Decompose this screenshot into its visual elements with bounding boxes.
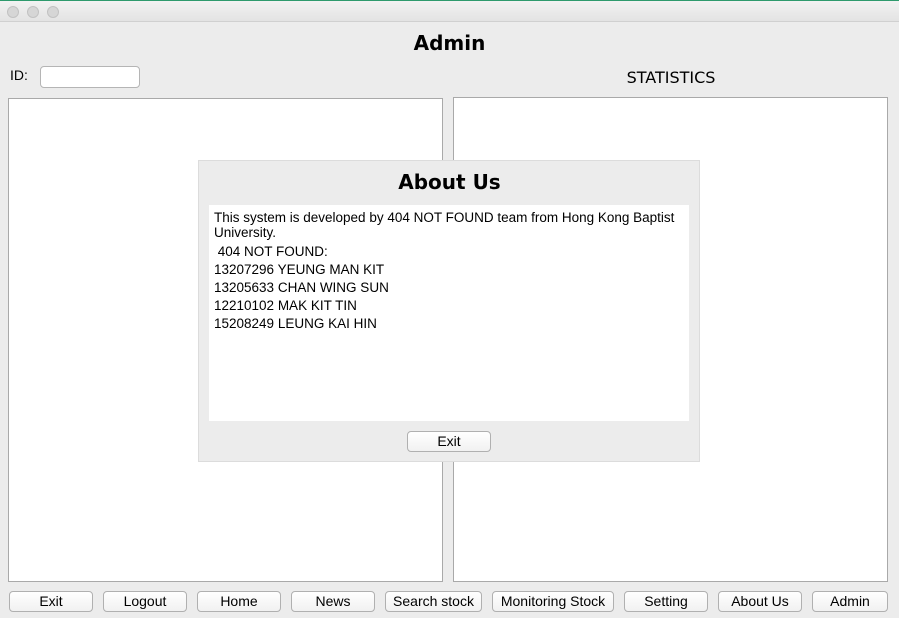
logout-button[interactable]: Logout <box>103 591 187 612</box>
member-row: 13205633 CHAN WING SUN <box>214 280 389 295</box>
exit-button[interactable]: Exit <box>9 591 93 612</box>
id-label: ID: <box>10 67 28 83</box>
monitoring-stock-button[interactable]: Monitoring Stock <box>492 591 614 612</box>
minimize-window-icon[interactable] <box>27 6 39 18</box>
member-row: 12210102 MAK KIT TIN <box>214 298 357 313</box>
news-button[interactable]: News <box>291 591 375 612</box>
page-title: Admin <box>413 31 486 55</box>
bottom-nav-bar: Exit Logout Home News Search stock Monit… <box>0 591 899 613</box>
zoom-window-icon[interactable] <box>47 6 59 18</box>
close-window-icon[interactable] <box>7 6 19 18</box>
about-intro: This system is developed by 404 NOT FOUN… <box>214 210 675 240</box>
dialog-exit-button[interactable]: Exit <box>407 431 491 452</box>
id-input[interactable] <box>40 66 140 88</box>
setting-button[interactable]: Setting <box>624 591 708 612</box>
about-text-area[interactable]: This system is developed by 404 NOT FOUN… <box>209 205 689 421</box>
member-row: 13207296 YEUNG MAN KIT <box>214 262 385 277</box>
statistics-title: STATISTICS <box>626 68 716 87</box>
title-bar[interactable] <box>0 0 899 22</box>
app-window: Admin ID: STATISTICS Exit Logout Home Ne… <box>0 0 899 618</box>
dialog-title: About Us <box>398 170 501 194</box>
team-label: 404 NOT FOUND: <box>214 244 328 259</box>
home-button[interactable]: Home <box>197 591 281 612</box>
search-stock-button[interactable]: Search stock <box>385 591 482 612</box>
admin-button[interactable]: Admin <box>812 591 888 612</box>
member-row: 15208249 LEUNG KAI HIN <box>214 316 377 331</box>
about-us-button[interactable]: About Us <box>718 591 802 612</box>
